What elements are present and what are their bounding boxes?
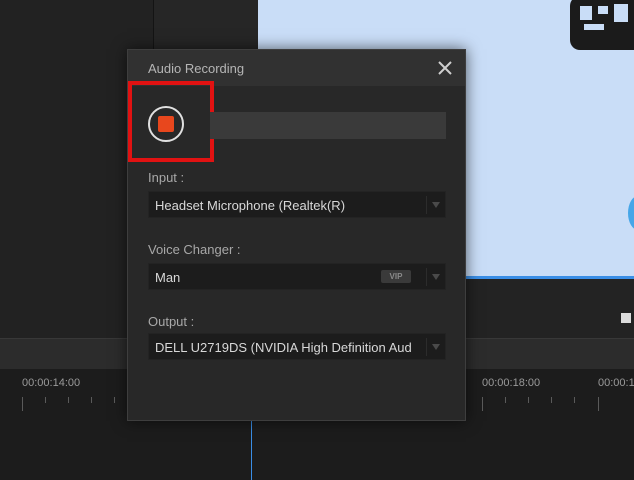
chevron-down-icon bbox=[432, 344, 440, 350]
input-value: Headset Microphone (Realtek(R) bbox=[155, 198, 346, 213]
close-icon[interactable] bbox=[435, 58, 455, 78]
timecode: 00:00:14:00 bbox=[22, 377, 81, 389]
chevron-down-icon bbox=[432, 202, 440, 208]
vip-badge: VIP bbox=[381, 270, 411, 283]
timecode: 00:00:18:00 bbox=[482, 377, 541, 389]
audio-recording-dialog: Audio Recording Input : Headset Micropho… bbox=[127, 49, 466, 421]
preview-graphic bbox=[570, 0, 634, 50]
input-select[interactable]: Headset Microphone (Realtek(R) bbox=[148, 191, 446, 218]
dialog-title: Audio Recording bbox=[148, 61, 245, 76]
output-value: DELL U2719DS (NVIDIA High Definition Aud bbox=[155, 340, 412, 355]
audio-level-meter bbox=[210, 112, 446, 139]
input-label: Input : bbox=[148, 170, 185, 185]
preview-shape bbox=[628, 196, 634, 230]
stop-icon[interactable] bbox=[621, 313, 631, 323]
highlight-box bbox=[128, 81, 214, 162]
timecode: 00:00:19 bbox=[598, 377, 634, 389]
playhead[interactable] bbox=[251, 420, 252, 480]
voice-changer-label: Voice Changer : bbox=[148, 242, 241, 257]
chevron-down-icon bbox=[432, 274, 440, 280]
output-select[interactable]: DELL U2719DS (NVIDIA High Definition Aud bbox=[148, 333, 446, 360]
voice-changer-select[interactable]: Man VIP bbox=[148, 263, 446, 290]
output-label: Output : bbox=[148, 314, 195, 329]
